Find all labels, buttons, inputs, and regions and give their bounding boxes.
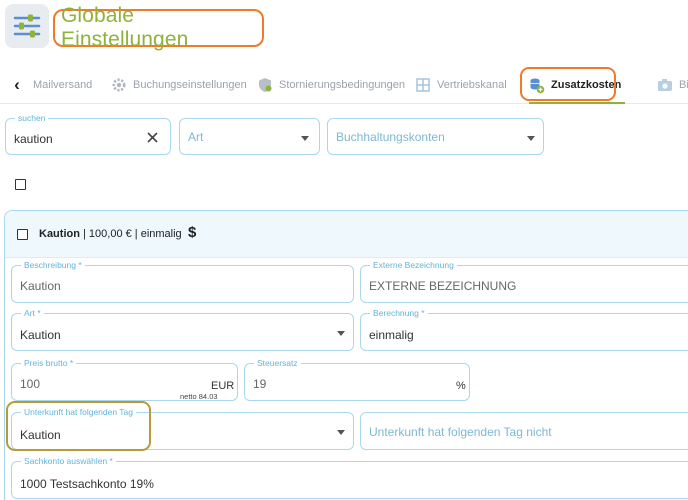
beschreibung-field[interactable]: Beschreibung * Kaution — [11, 260, 354, 303]
chevron-down-icon — [337, 430, 345, 435]
sachkonto-value: 1000 Testsachkonto 19% — [20, 477, 154, 491]
tab-vertriebskanal[interactable]: Vertriebskanal — [414, 66, 507, 104]
camera-icon — [656, 77, 673, 94]
chevron-down-icon — [301, 136, 309, 141]
beschreibung-label: Beschreibung * — [21, 260, 85, 270]
art-filter-placeholder: Art — [188, 130, 204, 144]
berechnung-select[interactable]: Berechnung * einmalig — [360, 308, 688, 351]
sachkonto-label: Sachkonto auswählen * — [21, 456, 116, 466]
beschreibung-input[interactable]: Kaution — [20, 279, 61, 293]
tab-bi[interactable]: Bi — [656, 66, 688, 104]
preis-brutto-field[interactable]: Preis brutto * 100 EUR netto 84.03 — [11, 358, 238, 401]
art-value: Kaution — [20, 328, 61, 342]
buchhaltungskonten-placeholder: Buchhaltungskonten — [336, 130, 445, 144]
chevron-down-icon — [337, 331, 345, 336]
berechnung-label: Berechnung * — [370, 308, 428, 318]
tab-highlight — [520, 67, 616, 101]
dollar-icon: $ — [188, 224, 197, 241]
steuersatz-label: Steuersatz — [254, 358, 301, 368]
preis-brutto-input[interactable]: 100 — [20, 377, 40, 391]
steuersatz-field[interactable]: Steuersatz 19 % — [244, 358, 470, 401]
page-title: Globale Einstellungen — [61, 4, 189, 51]
sachkonto-select[interactable]: Sachkonto auswählen * 1000 Testsachkonto… — [11, 456, 688, 499]
search-input[interactable]: kaution — [14, 132, 53, 146]
tab-buchungseinstellungen[interactable]: Buchungseinstellungen — [110, 66, 247, 104]
tab-label: Mailversand — [33, 79, 93, 91]
page-title-highlight: Globale Einstellungen — [53, 4, 264, 51]
tab-stornierungsbedingungen[interactable]: Stornierungsbedingungen — [256, 66, 405, 104]
close-icon[interactable] — [147, 132, 158, 143]
art-filter-select[interactable]: Art — [179, 118, 320, 155]
tag-not-placeholder: Unterkunft hat folgenden Tag nicht — [369, 425, 552, 439]
externe-bezeichnung-field[interactable]: Externe Bezeichnung EXTERNE BEZEICHNUNG — [360, 260, 688, 303]
berechnung-value: einmalig — [369, 328, 414, 342]
chevron-left-icon[interactable]: ‹ — [8, 75, 26, 95]
grid-icon — [414, 77, 431, 94]
art-select[interactable]: Art * Kaution — [11, 308, 354, 351]
app-icon[interactable] — [5, 4, 49, 48]
shield-icon — [256, 77, 273, 94]
buchhaltungskonten-select[interactable]: Buchhaltungskonten — [327, 118, 544, 155]
card-summary-text: | 100,00 € | einmalig — [79, 228, 182, 240]
select-all-checkbox[interactable] — [15, 179, 26, 190]
percent-unit: % — [456, 380, 466, 392]
search-field[interactable]: suchen kaution — [5, 113, 171, 155]
externe-bezeichnung-label: Externe Bezeichnung — [370, 260, 457, 270]
tab-label: Stornierungsbedingungen — [279, 79, 405, 91]
tab-label: Buchungseinstellungen — [133, 79, 247, 91]
gear-icon — [110, 77, 127, 94]
search-label: suchen — [15, 113, 49, 123]
tag-not-select[interactable]: Unterkunft hat folgenden Tag nicht — [360, 412, 688, 450]
sliders-icon — [13, 14, 41, 38]
externe-bezeichnung-input[interactable]: EXTERNE BEZEICHNUNG — [369, 279, 516, 293]
item-checkbox[interactable] — [17, 229, 28, 240]
active-tab-indicator — [529, 102, 625, 104]
currency-unit: EUR — [211, 380, 235, 392]
card-summary: Kaution | 100,00 € | einmalig — [39, 228, 182, 240]
tag-select-highlight — [6, 401, 151, 451]
tab-label: Vertriebskanal — [437, 79, 507, 91]
card-header[interactable]: Kaution | 100,00 € | einmalig $ — [5, 211, 688, 258]
steuersatz-input[interactable]: 19 — [253, 377, 266, 391]
art-label: Art * — [21, 308, 44, 318]
tab-mailversand[interactable]: Mailversand — [33, 66, 92, 104]
card-name: Kaution — [39, 228, 80, 240]
chevron-down-icon — [527, 136, 535, 141]
tab-label: Bi — [679, 79, 688, 91]
preis-brutto-label: Preis brutto * — [21, 358, 77, 368]
netto-value: netto 84.03 — [180, 392, 218, 401]
